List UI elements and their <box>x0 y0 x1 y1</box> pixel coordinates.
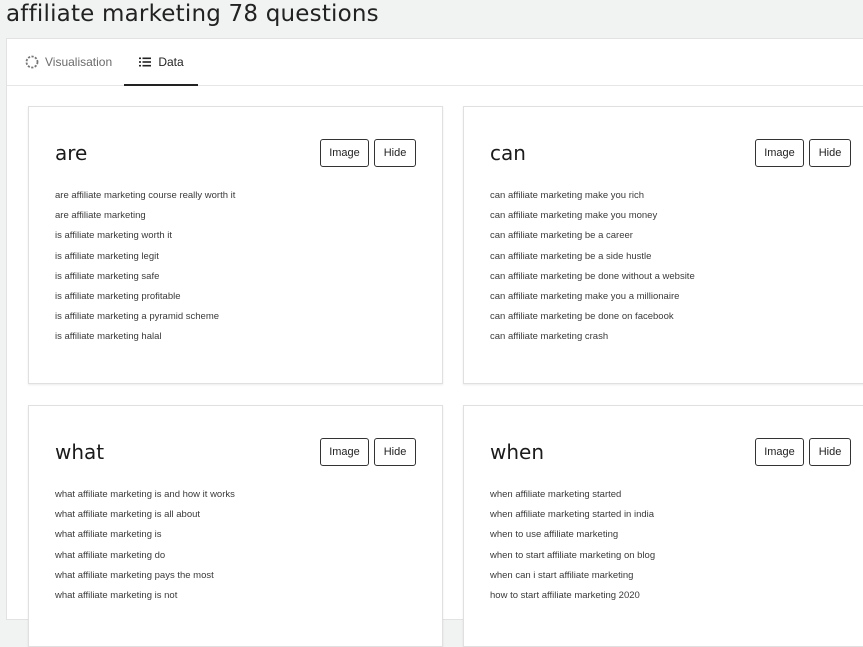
question-item[interactable]: can affiliate marketing be done on faceb… <box>490 311 695 331</box>
question-item[interactable]: what affiliate marketing is and how it w… <box>55 489 235 509</box>
hide-button[interactable]: Hide <box>809 139 851 167</box>
image-button[interactable]: Image <box>755 139 804 167</box>
image-button[interactable]: Image <box>320 438 369 466</box>
hide-button[interactable]: Hide <box>374 139 416 167</box>
question-card-are: are Image Hide are affiliate marketing c… <box>28 106 443 384</box>
question-card-when: when Image Hide when affiliate marketing… <box>463 405 863 647</box>
question-item[interactable]: what affiliate marketing is <box>55 529 235 549</box>
question-card-what: what Image Hide what affiliate marketing… <box>28 405 443 647</box>
card-title: what <box>55 440 105 464</box>
question-item[interactable]: is affiliate marketing halal <box>55 331 235 351</box>
question-item[interactable]: what affiliate marketing is all about <box>55 509 235 529</box>
question-item[interactable]: can affiliate marketing be done without … <box>490 271 695 291</box>
question-item[interactable]: when can i start affiliate marketing <box>490 570 655 590</box>
spinner-circle-icon <box>25 55 39 69</box>
card-title: can <box>490 141 526 165</box>
question-item[interactable]: can affiliate marketing be a side hustle <box>490 251 695 271</box>
question-item[interactable]: is affiliate marketing legit <box>55 251 235 271</box>
hide-button[interactable]: Hide <box>374 438 416 466</box>
tab-bar: Visualisation Data <box>7 39 863 86</box>
tab-visualisation-label: Visualisation <box>45 54 113 69</box>
question-list: when affiliate marketing started when af… <box>490 489 655 610</box>
question-item[interactable]: when affiliate marketing started <box>490 489 655 509</box>
card-title: when <box>490 440 545 464</box>
question-item[interactable]: are affiliate marketing <box>55 210 235 230</box>
question-item[interactable]: is affiliate marketing worth it <box>55 230 235 250</box>
image-button[interactable]: Image <box>755 438 804 466</box>
hide-button[interactable]: Hide <box>809 438 851 466</box>
question-list: can affiliate marketing make you rich ca… <box>490 190 695 352</box>
question-item[interactable]: is affiliate marketing profitable <box>55 291 235 311</box>
question-item[interactable]: can affiliate marketing crash <box>490 331 695 351</box>
question-item[interactable]: when to use affiliate marketing <box>490 529 655 549</box>
question-item[interactable]: when to start affiliate marketing on blo… <box>490 550 655 570</box>
question-item[interactable]: how to start affiliate marketing 2020 <box>490 590 655 610</box>
tab-data-label: Data <box>158 54 184 69</box>
image-button[interactable]: Image <box>320 139 369 167</box>
question-card-can: can Image Hide can affiliate marketing m… <box>463 106 863 384</box>
list-icon <box>138 55 152 69</box>
tab-visualisation[interactable]: Visualisation <box>25 39 112 84</box>
question-item[interactable]: are affiliate marketing course really wo… <box>55 190 235 210</box>
question-item[interactable]: is affiliate marketing safe <box>55 271 235 291</box>
question-item[interactable]: can affiliate marketing make you money <box>490 210 695 230</box>
question-item[interactable]: when affiliate marketing started in indi… <box>490 509 655 529</box>
page-title: affiliate marketing 78 questions <box>6 1 379 27</box>
question-item[interactable]: can affiliate marketing be a career <box>490 230 695 250</box>
tab-data[interactable]: Data <box>124 39 198 86</box>
question-item[interactable]: can affiliate marketing make you rich <box>490 190 695 210</box>
results-panel: Visualisation Data are Image Hide are af… <box>6 38 863 647</box>
question-item[interactable]: what affiliate marketing pays the most <box>55 570 235 590</box>
question-item[interactable]: can affiliate marketing make you a milli… <box>490 291 695 311</box>
question-item[interactable]: is affiliate marketing a pyramid scheme <box>55 311 235 331</box>
question-item[interactable]: what affiliate marketing do <box>55 550 235 570</box>
question-list: what affiliate marketing is and how it w… <box>55 489 235 610</box>
question-item[interactable]: what affiliate marketing is not <box>55 590 235 610</box>
question-list: are affiliate marketing course really wo… <box>55 190 235 352</box>
card-title: are <box>55 141 88 165</box>
